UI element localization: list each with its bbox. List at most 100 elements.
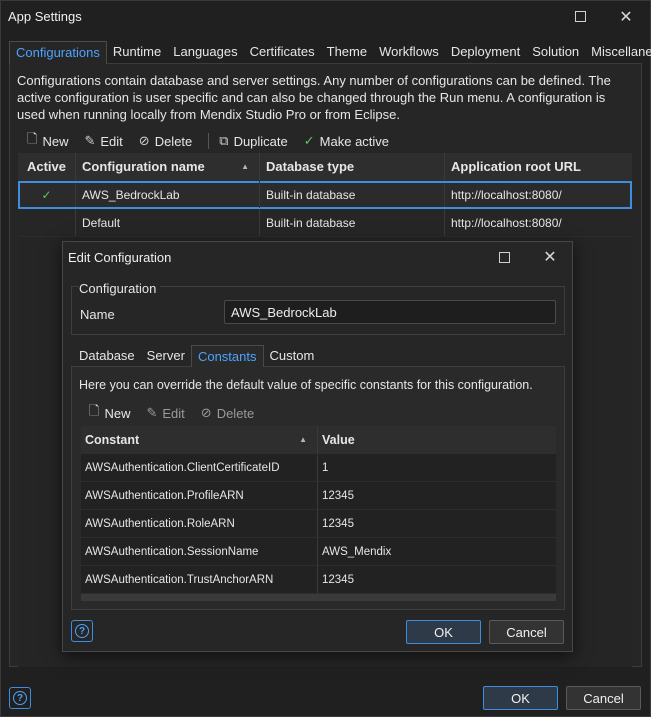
name-label: Name [80, 307, 115, 322]
dialog-title: Edit Configuration [68, 250, 172, 265]
close-icon: ✕ [619, 6, 633, 26]
delete-label: Delete [154, 133, 193, 149]
tab-workflows[interactable]: Workflows [373, 41, 445, 64]
value-cell: 12345 [322, 489, 354, 502]
settings-tabs: Configurations Runtime Languages Certifi… [9, 41, 651, 64]
new-file-icon: 🗋 [89, 404, 100, 419]
constants-grid: Constant ▲ Value AWSAuthentication.Client… [81, 426, 556, 601]
tab-custom[interactable]: Custom [264, 345, 321, 367]
constants-description: Here you can override the default value … [79, 378, 533, 392]
constant-cell: AWSAuthentication.TrustAnchorARN [81, 566, 318, 593]
dialog-help-button[interactable]: ? [71, 620, 93, 642]
app-settings-window: App Settings ✕ Configurations Runtime La… [0, 0, 651, 717]
configurations-toolbar: 🗋 New ✎ Edit ⊘ Delete ⧉ Duplicate ✓ Make acti… [27, 130, 405, 152]
help-button[interactable]: ? [9, 687, 31, 709]
tab-languages[interactable]: Languages [167, 41, 243, 64]
maximize-icon [498, 251, 510, 263]
header-value[interactable]: Value [318, 426, 556, 453]
horizontal-scrollbar[interactable] [81, 594, 556, 601]
configurations-description: Configurations contain database and serv… [17, 73, 611, 122]
delete-label: Delete [216, 405, 255, 421]
value-cell: 12345 [322, 517, 354, 530]
new-label: New [42, 133, 69, 149]
ok-button[interactable]: OK [483, 686, 558, 710]
tab-deployment[interactable]: Deployment [445, 41, 526, 64]
constant-cell: AWSAuthentication.RoleARN [81, 510, 318, 537]
help-icon: ? [13, 691, 27, 705]
tab-database[interactable]: Database [73, 345, 141, 367]
check-icon: ✓ [303, 133, 315, 149]
tab-server[interactable]: Server [141, 345, 191, 367]
grid-header: Active Configuration name ▲ Database type… [18, 153, 632, 181]
value-cell: 12345 [322, 573, 354, 586]
active-check-icon: ✓ [18, 181, 76, 208]
header-database-type[interactable]: Database type [260, 153, 445, 180]
header-configuration-name[interactable]: Configuration name ▲ [76, 153, 260, 180]
configuration-name-cell: Default [76, 209, 260, 236]
constant-delete-button[interactable]: ⊘ Delete [201, 406, 254, 421]
maximize-icon [574, 11, 586, 22]
dialog-close-button[interactable]: ✕ [527, 242, 573, 272]
help-icon: ? [75, 624, 89, 638]
table-row[interactable]: Default Built-in database http://localho… [18, 209, 632, 237]
table-row[interactable]: ✓ AWS_BedrockLab Built-in database http:… [18, 181, 632, 209]
header-constant[interactable]: Constant ▲ [81, 426, 318, 453]
database-type-cell: Built-in database [260, 209, 445, 236]
dialog-ok-button[interactable]: OK [406, 620, 481, 644]
close-icon: ✕ [543, 247, 557, 266]
name-field[interactable] [224, 300, 556, 324]
tab-miscellaneous[interactable]: Miscellaneous [585, 41, 651, 64]
close-button[interactable]: ✕ [603, 1, 649, 32]
dialog-maximize-button[interactable] [481, 242, 527, 272]
constants-grid-header: Constant ▲ Value [81, 426, 556, 454]
edit-label: Edit [100, 133, 123, 149]
delete-icon: ⊘ [200, 405, 212, 421]
table-row[interactable]: AWSAuthentication.ProfileARN 12345 [81, 482, 556, 510]
tab-constants[interactable]: Constants [190, 345, 264, 367]
constant-cell: AWSAuthentication.ClientCertificateID [81, 454, 318, 481]
edit-label: Edit [162, 405, 185, 421]
duplicate-icon: ⧉ [219, 133, 229, 149]
header-constant-label: Constant [85, 432, 140, 447]
configuration-name-cell: AWS_BedrockLab [76, 181, 260, 208]
constant-new-button[interactable]: 🗋 New [89, 402, 130, 424]
cancel-button[interactable]: Cancel [566, 686, 641, 710]
header-configuration-name-label: Configuration name [82, 159, 205, 174]
table-row[interactable]: AWSAuthentication.RoleARN 12345 [81, 510, 556, 538]
new-button[interactable]: 🗋 New [27, 130, 68, 152]
new-label: New [104, 405, 131, 421]
configurations-grid: Active Configuration name ▲ Database type… [18, 153, 632, 237]
constant-cell: AWSAuthentication.ProfileARN [81, 482, 318, 509]
delete-button[interactable]: ⊘ Delete [139, 134, 192, 149]
edit-button[interactable]: ✎ Edit [84, 134, 122, 149]
title-bar: App Settings ✕ [1, 1, 650, 32]
table-row[interactable]: AWSAuthentication.ClientCertificateID 1 [81, 454, 556, 482]
active-cell [18, 209, 76, 236]
constant-edit-button[interactable]: ✎ Edit [146, 406, 184, 421]
application-url-cell: http://localhost:8080/ [451, 187, 562, 202]
tab-solution[interactable]: Solution [526, 41, 585, 64]
sort-ascending-icon: ▲ [241, 162, 249, 171]
make-active-label: Make active [319, 133, 390, 149]
duplicate-button[interactable]: ⧉ Duplicate [219, 134, 288, 149]
header-active[interactable]: Active [18, 153, 76, 180]
dialog-cancel-button[interactable]: Cancel [489, 620, 564, 644]
constants-toolbar: 🗋 New ✎ Edit ⊘ Delete [89, 402, 270, 424]
pencil-icon: ✎ [84, 133, 96, 149]
tab-certificates[interactable]: Certificates [244, 41, 321, 64]
constant-cell: AWSAuthentication.SessionName [81, 538, 318, 565]
window-title: App Settings [8, 9, 82, 24]
duplicate-label: Duplicate [233, 133, 288, 149]
value-cell: 1 [322, 461, 329, 474]
tab-runtime[interactable]: Runtime [107, 41, 167, 64]
table-row[interactable]: AWSAuthentication.TrustAnchorARN 12345 [81, 566, 556, 594]
header-application-root-url[interactable]: Application root URL [445, 153, 632, 180]
table-row[interactable]: AWSAuthentication.SessionName AWS_Mendix [81, 538, 556, 566]
maximize-button[interactable] [557, 1, 603, 32]
tab-configurations[interactable]: Configurations [9, 41, 107, 64]
tab-theme[interactable]: Theme [321, 41, 373, 64]
edit-configuration-dialog: Edit Configuration ✕ Configuration Name … [62, 241, 573, 652]
make-active-button[interactable]: ✓ Make active [304, 134, 389, 149]
configuration-group-label: Configuration [79, 281, 161, 296]
toolbar-separator [208, 133, 210, 149]
